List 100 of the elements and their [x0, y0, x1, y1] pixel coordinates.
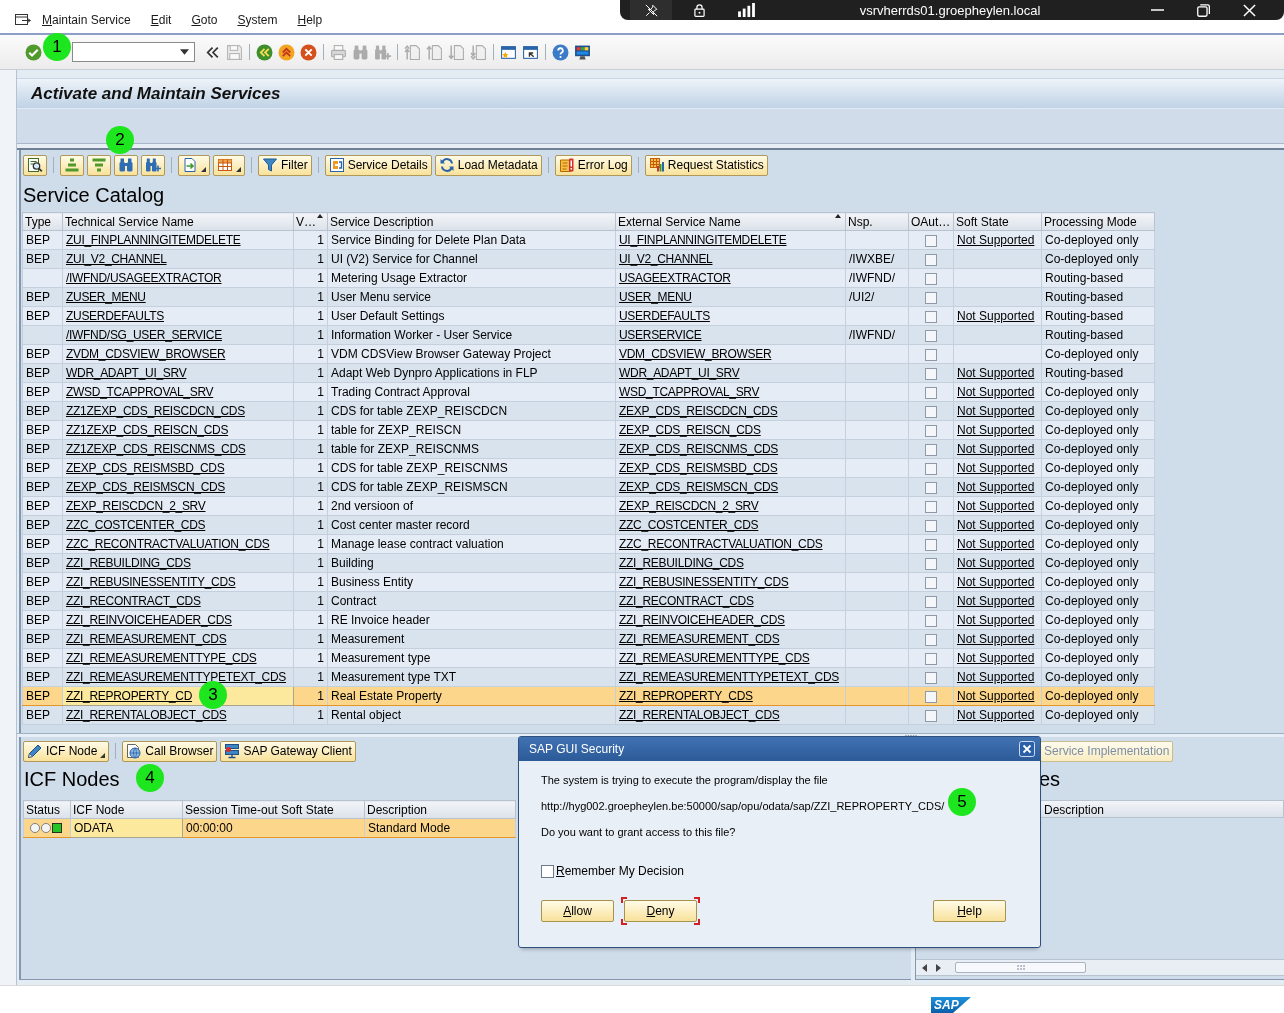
- gateway-client-button[interactable]: SAP Gateway Client: [220, 740, 356, 762]
- column-header[interactable]: Processing Mode: [1041, 212, 1155, 231]
- table-row[interactable]: BEP ZWSD_TCAPPROVAL_SRV 1 Trading Contract Approval WSD_TCAPPROVAL_SRV Not Supported Co-deployed only: [22, 382, 1155, 402]
- column-header[interactable]: Type: [22, 212, 63, 231]
- checkbox[interactable]: [925, 576, 937, 589]
- checkbox[interactable]: [925, 614, 937, 627]
- table-row[interactable]: BEP ZZI_REMEASUREMENTTYPE_CDS 1 Measurement type ZZI_REMEASUREMENTTYPE_CDS Not Supported Co-deployed only: [22, 648, 1155, 668]
- table-row[interactable]: BEP ZZI_RERENTALOBJECT_CDS 1 Rental object ZZI_RERENTALOBJECT_CDS Not Supported Co-deployed only: [22, 705, 1155, 725]
- table-row[interactable]: BEP ZZ1ZEXP_CDS_REISCNMS_CDS 1 table for ZEXP_REISCNMS ZEXP_CDS_REISCNMS_CDS Not Supported Co-deployed only: [22, 439, 1155, 459]
- checkbox[interactable]: [925, 595, 937, 608]
- checkbox[interactable]: [925, 633, 937, 646]
- checkbox[interactable]: [925, 329, 937, 342]
- table-row[interactable]: BEP ZZC_COSTCENTER_CDS 1 Cost center master record ZZC_COSTCENTER_CDS Not Supported Co-deployed only: [22, 515, 1155, 535]
- checkbox[interactable]: [925, 291, 937, 304]
- column-header[interactable]: ICF Node: [70, 800, 183, 819]
- command-field[interactable]: [72, 42, 195, 62]
- checkbox[interactable]: [925, 443, 937, 456]
- menu-item[interactable]: Edit: [150, 13, 172, 27]
- menu-item[interactable]: Help: [297, 13, 323, 27]
- layout-menu-button[interactable]: [213, 154, 245, 176]
- table-row[interactable]: BEP ZZI_REMEASUREMENT_CDS 1 Measurement ZZI_REMEASUREMENT_CDS Not Supported Co-deployed only: [22, 629, 1155, 649]
- checkbox[interactable]: [925, 690, 937, 703]
- monitor-icon[interactable]: [574, 43, 591, 61]
- restore-icon[interactable]: [1196, 3, 1210, 17]
- table-row[interactable]: BEP ZZI_REINVOICEHEADER_CDS 1 RE Invoice header ZZI_REINVOICEHEADER_CDS Not Supported Co-deployed only: [22, 610, 1155, 630]
- table-row[interactable]: BEP WDR_ADAPT_UI_SRV 1 Adapt Web Dynpro Applications in FLP WDR_ADAPT_UI_SRV Not Supported Routing-based: [22, 363, 1155, 383]
- scrollbar-thumb[interactable]: [955, 962, 1086, 973]
- checkbox[interactable]: [925, 405, 937, 418]
- details-button[interactable]: [23, 154, 47, 176]
- find-next-button[interactable]: [141, 154, 165, 176]
- column-header[interactable]: Description: [364, 800, 516, 819]
- column-header[interactable]: Session Time-out Soft State: [182, 800, 365, 819]
- checkbox[interactable]: [925, 386, 937, 399]
- table-row[interactable]: BEP ZEXP_CDS_REISMSCN_CDS 1 CDS for table ZEXP_REISMSCN ZEXP_CDS_REISMSCN_CDS Not Supported Co-deployed only: [22, 477, 1155, 497]
- checkbox-label[interactable]: Remember My Decision: [556, 864, 685, 878]
- allow-button[interactable]: Allow: [538, 897, 617, 925]
- splitter-grip-icon[interactable]: [905, 734, 917, 737]
- scroll-right-icon[interactable]: [936, 963, 941, 972]
- table-row[interactable]: BEP ZZI_RECONTRACT_CDS 1 Contract ZZI_RECONTRACT_CDS Not Supported Co-deployed only: [22, 591, 1155, 611]
- shortcut-icon[interactable]: [522, 43, 539, 61]
- request-statistics-button[interactable]: Request Statistics: [644, 154, 768, 176]
- column-header[interactable]: V…: [293, 212, 328, 231]
- table-row[interactable]: BEP ZUI_V2_CHANNEL 1 UI (V2) Service for Channel UI_V2_CHANNEL /IWXBE/ Co-deployed only: [22, 249, 1155, 269]
- table-row[interactable]: ODATA 00:00:00 Standard Mode: [23, 818, 516, 838]
- column-header[interactable]: Description: [1039, 800, 1284, 818]
- checkbox[interactable]: [925, 500, 937, 513]
- back-icon[interactable]: [256, 43, 273, 61]
- icf-node-menu-button[interactable]: ICF Node: [23, 740, 110, 762]
- window-menu-icon[interactable]: [15, 13, 31, 27]
- checkbox[interactable]: [925, 310, 937, 323]
- checkbox[interactable]: [925, 671, 937, 684]
- column-header[interactable]: Status: [23, 800, 71, 819]
- table-row[interactable]: BEP ZUSER_MENU 1 User Menu service USER_MENU /UI2/ Routing-based: [22, 287, 1155, 307]
- find-button[interactable]: [114, 154, 138, 176]
- table-row[interactable]: BEP ZZC_RECONTRACTVALUATION_CDS 1 Manage lease contract valuation ZZC_RECONTRACTVALUATION_CDS Not Supported Co-deployed only: [22, 534, 1155, 554]
- checkbox[interactable]: [925, 519, 937, 532]
- table-row[interactable]: BEP ZEXP_CDS_REISMSBD_CDS 1 CDS for table ZEXP_REISCNMS ZEXP_CDS_REISMSBD_CDS Not Supported Co-deployed only: [22, 458, 1155, 478]
- cancel-icon[interactable]: [300, 43, 317, 61]
- checkbox[interactable]: [925, 709, 937, 722]
- table-row[interactable]: BEP ZVDM_CDSVIEW_BROWSER 1 VDM CDSView Browser Gateway Project VDM_CDSVIEW_BROWSER Co-deployed only: [22, 344, 1155, 364]
- exit-icon[interactable]: [278, 43, 295, 61]
- checkbox[interactable]: [925, 272, 937, 285]
- checkbox[interactable]: [925, 253, 937, 266]
- deny-button[interactable]: Deny: [621, 897, 700, 925]
- checkbox[interactable]: [925, 652, 937, 665]
- help-button[interactable]: Help: [930, 897, 1009, 925]
- column-header[interactable]: Technical Service Name: [62, 212, 294, 231]
- scroll-left-icon[interactable]: [922, 963, 927, 972]
- table-row[interactable]: BEP ZUI_FINPLANNINGITEMDELETE 1 Service Binding for Delete Plan Data UI_FINPLANNINGITEMDELETE Not Supported Co-deployed only: [22, 230, 1155, 250]
- table-row[interactable]: /IWFND/SG_USER_SERVICE 1 Information Worker - User Service USERSERVICE /IWFND/ Routing-based: [22, 325, 1155, 345]
- lock-icon[interactable]: [692, 3, 706, 17]
- sort-ascending-button[interactable]: [60, 154, 84, 176]
- close-icon[interactable]: [1019, 741, 1035, 757]
- table-row[interactable]: BEP ZZI_REBUILDING_CDS 1 Building ZZI_REBUILDING_CDS Not Supported Co-deployed only: [22, 553, 1155, 573]
- export-menu-button[interactable]: [178, 154, 210, 176]
- checkbox[interactable]: [541, 864, 554, 878]
- table-row[interactable]: /IWFND/USAGEEXTRACTOR 1 Metering Usage Extractor USAGEEXTRACTOR /IWFND/ Routing-based: [22, 268, 1155, 288]
- error-log-button[interactable]: Error Log: [554, 154, 632, 176]
- column-header[interactable]: Soft State: [953, 212, 1042, 231]
- help-icon[interactable]: [552, 43, 569, 61]
- dropdown-caret-icon[interactable]: [180, 49, 189, 55]
- filter-button[interactable]: Filter: [258, 154, 312, 176]
- column-header[interactable]: Service Description: [327, 212, 616, 231]
- menu-item[interactable]: System: [237, 13, 278, 27]
- table-row[interactable]: BEP ZZ1ZEXP_CDS_REISCDCN_CDS 1 CDS for table ZEXP_REISCDCN ZEXP_CDS_REISCDCN_CDS Not Supported Co-deployed only: [22, 401, 1155, 421]
- minimize-icon[interactable]: [1150, 9, 1164, 11]
- menu-item[interactable]: Maintain Service: [42, 13, 131, 27]
- table-row[interactable]: BEP ZEXP_REISCDCN_2_SRV 1 2nd versioon of ZEXP_REISCDCN_2_SRV Not Supported Co-deployed only: [22, 496, 1155, 516]
- column-header[interactable]: External Service Name: [615, 212, 846, 231]
- checkbox[interactable]: [925, 348, 937, 361]
- table-row[interactable]: BEP ZZ1ZEXP_CDS_REISCN_CDS 1 table for ZEXP_REISCN ZEXP_CDS_REISCN_CDS Not Supported Co-deployed only: [22, 420, 1155, 440]
- checkbox[interactable]: [925, 424, 937, 437]
- table-row[interactable]: BEP ZZI_REBUSINESSENTITY_CDS 1 Business Entity ZZI_REBUSINESSENTITY_CDS Not Supported Co-deployed only: [22, 572, 1155, 592]
- checkbox[interactable]: [925, 367, 937, 380]
- menu-item[interactable]: Goto: [191, 13, 218, 27]
- enter-icon[interactable]: [25, 43, 42, 61]
- new-window-icon[interactable]: [500, 43, 517, 61]
- checkbox[interactable]: [925, 538, 937, 551]
- horizontal-scrollbar[interactable]: [916, 959, 1284, 976]
- checkbox[interactable]: [925, 481, 937, 494]
